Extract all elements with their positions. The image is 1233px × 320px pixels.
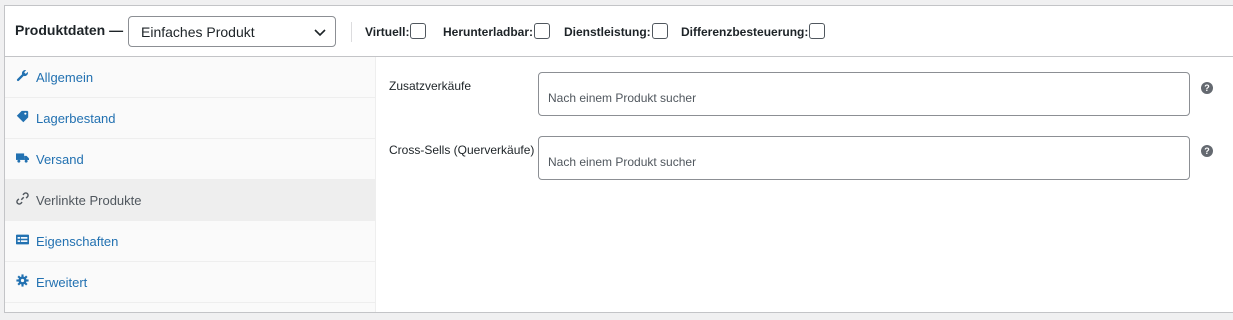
tab-linked-products-label: Verlinkte Produkte [36, 192, 142, 208]
tab-shipping[interactable]: Versand [5, 139, 376, 180]
panel-title: Produktdaten — [15, 22, 124, 38]
tab-general[interactable]: Allgemein [5, 57, 376, 98]
cross-sells-label: Cross-Sells (Querverkäufe) [389, 143, 535, 157]
upsells-help-icon[interactable]: ? [1201, 82, 1213, 94]
option-margin-taxation[interactable]: Differenzbesteuerung: [681, 23, 826, 39]
list-icon [16, 234, 29, 245]
service-checkbox[interactable] [651, 23, 668, 39]
tab-advanced[interactable]: Erweitert [5, 262, 376, 303]
upsells-placeholder: Nach einem Produkt sucher [548, 91, 697, 105]
upsells-input[interactable]: Nach einem Produkt sucher [538, 72, 1190, 116]
tab-attributes-label: Eigenschaften [36, 233, 119, 249]
tab-advanced-label: Erweitert [36, 274, 88, 290]
margin-taxation-checkbox[interactable] [809, 23, 826, 39]
virtual-checkbox[interactable] [410, 23, 427, 39]
tab-attributes[interactable]: Eigenschaften [5, 221, 376, 262]
header-divider [351, 22, 352, 42]
downloadable-checkbox[interactable] [534, 23, 551, 39]
panel-header: Produktdaten — Einfaches Produkt Virtuel… [5, 6, 1233, 57]
product-data-tabs: Allgemein Lagerbestand Versand Verlinkte… [5, 57, 376, 312]
tab-linked-products[interactable]: Verlinkte Produkte [5, 180, 376, 221]
tab-inventory-label: Lagerbestand [36, 110, 116, 126]
tab-general-label: Allgemein [36, 69, 94, 85]
chevron-down-icon [314, 29, 326, 37]
tab-shipping-label: Versand [36, 151, 84, 167]
cross-sells-input[interactable]: Nach einem Produkt sucher [538, 136, 1190, 180]
product-data-panel: Produktdaten — Einfaches Produkt Virtuel… [4, 5, 1233, 313]
option-margin-taxation-label: Differenzbesteuerung: [681, 24, 809, 39]
truck-icon [16, 153, 29, 163]
option-virtual[interactable]: Virtuell: [365, 23, 427, 39]
gear-icon [16, 274, 29, 287]
option-downloadable-label: Herunterladbar: [443, 24, 534, 39]
upsells-label: Zusatzverkäufe [389, 79, 472, 93]
link-icon [16, 192, 29, 205]
cross-sells-help-icon[interactable]: ? [1201, 145, 1213, 157]
option-virtual-label: Virtuell: [365, 24, 410, 39]
product-type-value: Einfaches Produkt [141, 23, 255, 40]
tab-inventory[interactable]: Lagerbestand [5, 98, 376, 139]
tag-icon [16, 110, 29, 123]
option-downloadable[interactable]: Herunterladbar: [443, 23, 551, 39]
product-type-select[interactable]: Einfaches Produkt [128, 16, 336, 47]
cross-sells-placeholder: Nach einem Produkt sucher [548, 155, 697, 169]
option-service-label: Dienstleistung: [564, 24, 651, 39]
wrench-icon [16, 70, 28, 82]
option-service[interactable]: Dienstleistung: [564, 23, 668, 39]
